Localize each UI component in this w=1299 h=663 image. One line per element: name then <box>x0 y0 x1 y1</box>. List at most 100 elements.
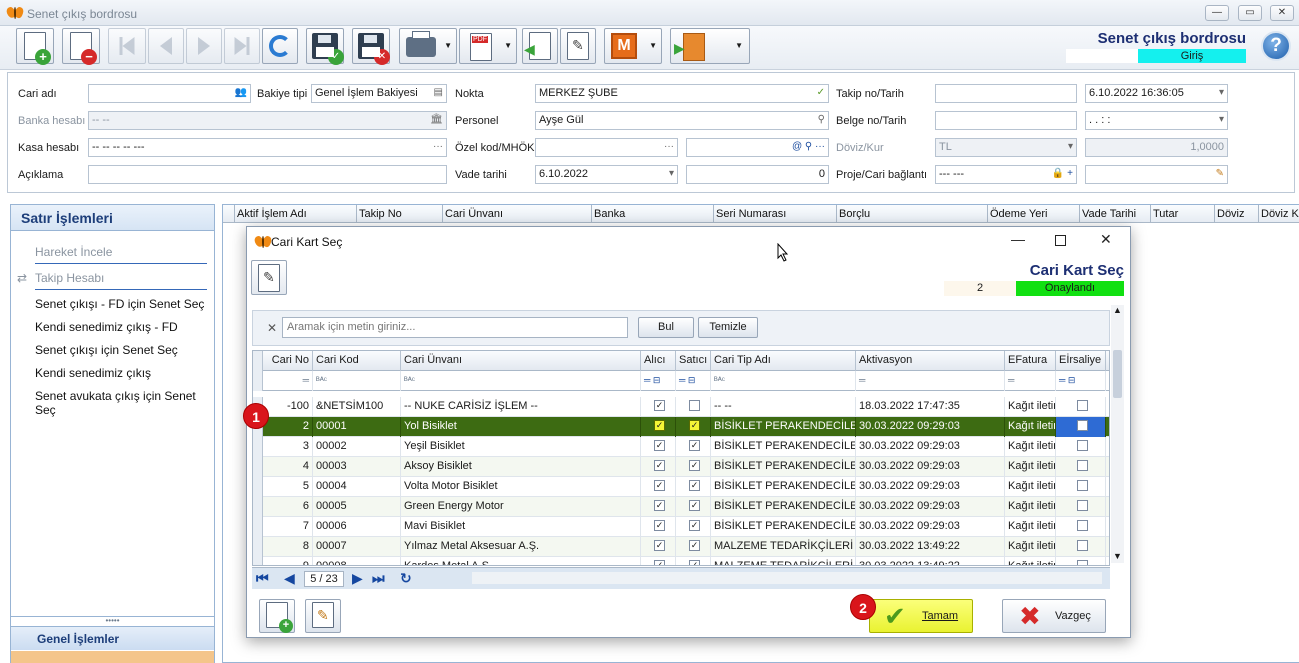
aciklama-field[interactable] <box>88 165 447 184</box>
eirsaliye-checkbox[interactable] <box>1076 419 1088 431</box>
cari-adi-field[interactable]: 👥 <box>88 84 251 103</box>
filter-cell[interactable]: ═ <box>856 371 1005 391</box>
filter-cell[interactable]: ═ ⊟ <box>1056 371 1106 391</box>
satici-checkbox[interactable] <box>689 399 700 411</box>
main-grid-column-header[interactable]: Aktif İşlem Adı <box>237 208 307 220</box>
maximize-button[interactable]: ▭ <box>1238 5 1262 21</box>
eirsaliye-checkbox[interactable] <box>1076 559 1088 565</box>
eirsaliye-checkbox[interactable] <box>1076 439 1088 451</box>
satici-checkbox[interactable]: ✓ <box>689 479 700 491</box>
print-button[interactable]: ▼ <box>399 28 457 64</box>
filter-cell[interactable]: ᴮᴬᶜ <box>401 371 641 391</box>
proje-field[interactable]: --- --- 🔒 + <box>935 165 1077 184</box>
eirsaliye-checkbox[interactable] <box>1076 519 1088 531</box>
column-header[interactable]: Eİrsaliye <box>1056 351 1106 371</box>
currency-field[interactable]: TL ▾ <box>935 138 1077 157</box>
satici-checkbox[interactable]: ✓ <box>689 459 700 471</box>
close-button[interactable]: ✕ <box>1270 5 1294 21</box>
table-row[interactable]: 9 00008 Kardeş Metal A.Ş. ✓ ✓ MALZEME TEDARİK… <box>253 557 1109 565</box>
dialog-close-button[interactable]: ✕ <box>1100 231 1112 248</box>
eirsaliye-checkbox[interactable] <box>1076 539 1088 551</box>
refresh-icon[interactable]: ↻ <box>400 570 412 587</box>
sidebar-item-hareket-incele[interactable]: Hareket İncele <box>35 245 112 259</box>
sidebar-item-kendi-senedimiz-fd[interactable]: Kendi senedimiz çıkış - FD <box>35 320 178 334</box>
scroll-thumb[interactable] <box>1113 350 1122 398</box>
exit-button[interactable]: ▶ ▼ <box>670 28 750 64</box>
main-grid-column-header[interactable]: Tutar <box>1153 208 1178 220</box>
column-header[interactable]: Alıcı <box>641 351 676 371</box>
satici-checkbox[interactable]: ✓ <box>689 519 700 531</box>
scroll-down-icon[interactable]: ▼ <box>1113 551 1122 561</box>
alici-checkbox[interactable]: ✓ <box>654 439 665 451</box>
column-header[interactable]: Cari Kod <box>313 351 401 371</box>
tools-button[interactable]: ✎ <box>560 28 596 64</box>
alici-checkbox[interactable]: ✓ <box>654 479 665 491</box>
help-button[interactable]: ? <box>1261 31 1291 61</box>
clear-search-icon[interactable]: ✕ <box>267 321 277 335</box>
filter-cell[interactable]: ᴮᴬᶜ <box>313 371 401 391</box>
main-grid-column-header[interactable]: Döviz <box>1217 208 1245 220</box>
search-input[interactable]: Aramak için metin giriniz... <box>282 317 628 338</box>
bakiye-tipi-field[interactable]: Genel İşlem Bakiyesi ▤ <box>311 84 447 103</box>
belge-date-field[interactable]: . . : : ▾ <box>1085 111 1228 130</box>
eirsaliye-checkbox[interactable] <box>1076 479 1088 491</box>
satici-checkbox[interactable]: ✓ <box>689 499 700 511</box>
nokta-field[interactable]: MERKEZ ŞUBE ✓ <box>535 84 829 103</box>
sidebar-item-senet-avukata[interactable]: Senet avukata çıkış için Senet Seç <box>35 389 214 417</box>
save-button[interactable]: ✓ <box>306 28 344 65</box>
column-header[interactable]: EFatura <box>1005 351 1056 371</box>
sidebar-item-kendi-senedimiz[interactable]: Kendi senedimiz çıkış <box>35 366 151 380</box>
first-page-icon[interactable]: ⏮ <box>256 570 269 587</box>
table-row[interactable]: -100 &NETSİM100 -- NUKE CARİSİZ İŞLEM -- ✓ -… <box>253 397 1109 417</box>
personel-field[interactable]: Ayşe Gül ⚲ <box>535 111 829 130</box>
pdf-export-button[interactable]: PDF ▼ <box>459 28 517 64</box>
alici-checkbox[interactable]: ✓ <box>654 399 665 411</box>
alici-checkbox[interactable]: ✓ <box>654 539 665 551</box>
table-row[interactable]: 4 00003 Aksoy Bisiklet ✓ ✓ BİSİKLET PERAKENDE… <box>253 457 1109 477</box>
main-grid-column-header[interactable]: Ödeme Yeri <box>990 208 1047 220</box>
satici-checkbox[interactable]: ✓ <box>689 419 700 431</box>
proje-link-field[interactable]: ✎ <box>1085 165 1228 184</box>
filter-cell[interactable]: ═ ⊟ <box>641 371 676 391</box>
table-row[interactable]: 7 00006 Mavi Bisiklet ✓ ✓ BİSİKLET PERAKENDEC… <box>253 517 1109 537</box>
edit-cari-button[interactable]: ✎ <box>305 599 341 633</box>
column-header[interactable]: Cari No <box>263 351 313 371</box>
main-grid-column-header[interactable]: Banka <box>594 208 625 220</box>
new-document-button[interactable]: + <box>16 28 54 65</box>
dialog-tools-button[interactable]: ✎ <box>251 260 287 295</box>
filter-cell[interactable]: ᴮᴬᶜ <box>711 371 856 391</box>
table-row[interactable]: 6 00005 Green Energy Motor ✓ ✓ BİSİKLET PERAK… <box>253 497 1109 517</box>
main-grid-column-header[interactable]: Borçlu <box>839 208 870 220</box>
last-page-icon[interactable]: ⏭ <box>372 570 385 587</box>
dialog-minimize-button[interactable]: — <box>1011 231 1025 247</box>
last-record-button[interactable] <box>224 28 260 64</box>
cancel-button[interactable]: ✖ Vazgeç <box>1002 599 1106 633</box>
save-close-button[interactable]: ✕ <box>352 28 390 65</box>
table-row[interactable]: 3 00002 Yeşil Bisiklet ✓ ✓ BİSİKLET PERAKENDE… <box>253 437 1109 457</box>
filter-cell[interactable]: ═ <box>1005 371 1056 391</box>
eirsaliye-checkbox[interactable] <box>1076 459 1088 471</box>
dialog-maximize-button[interactable] <box>1055 235 1066 246</box>
column-header[interactable]: Satıcı <box>676 351 711 371</box>
filter-cell[interactable]: ═ <box>263 371 313 391</box>
main-grid-column-header[interactable]: Döviz K <box>1261 208 1299 220</box>
banka-hesabi-field[interactable]: -- -- 🏛 <box>88 111 447 130</box>
eirsaliye-checkbox[interactable] <box>1076 399 1088 411</box>
main-grid-column-header[interactable]: Vade Tarihi <box>1082 208 1136 220</box>
alici-checkbox[interactable]: ✓ <box>654 559 665 565</box>
next-record-button[interactable] <box>186 28 222 64</box>
column-header[interactable]: Cari Tip Adı <box>711 351 856 371</box>
find-button[interactable]: Bul <box>638 317 694 338</box>
genel-islemler-header[interactable]: Genel İşlemler <box>11 626 214 650</box>
main-grid-column-header[interactable]: Seri Numarası <box>716 208 786 220</box>
ozel-kod-field[interactable]: ··· <box>535 138 678 157</box>
alici-checkbox[interactable]: ✓ <box>654 459 665 471</box>
alici-checkbox[interactable]: ✓ <box>654 519 665 531</box>
table-row[interactable]: 8 00007 Yılmaz Metal Aksesuar A.Ş. ✓ ✓ MALZEM… <box>253 537 1109 557</box>
refresh-button[interactable] <box>262 28 298 64</box>
grid-vertical-scrollbar[interactable]: ▲ ▼ <box>1111 305 1124 563</box>
delete-document-button[interactable]: − <box>62 28 100 65</box>
previous-page-icon[interactable]: ◀ <box>284 570 295 587</box>
import-button[interactable]: ◀ <box>522 28 558 64</box>
column-header[interactable]: Cari Ünvanı <box>401 351 641 371</box>
